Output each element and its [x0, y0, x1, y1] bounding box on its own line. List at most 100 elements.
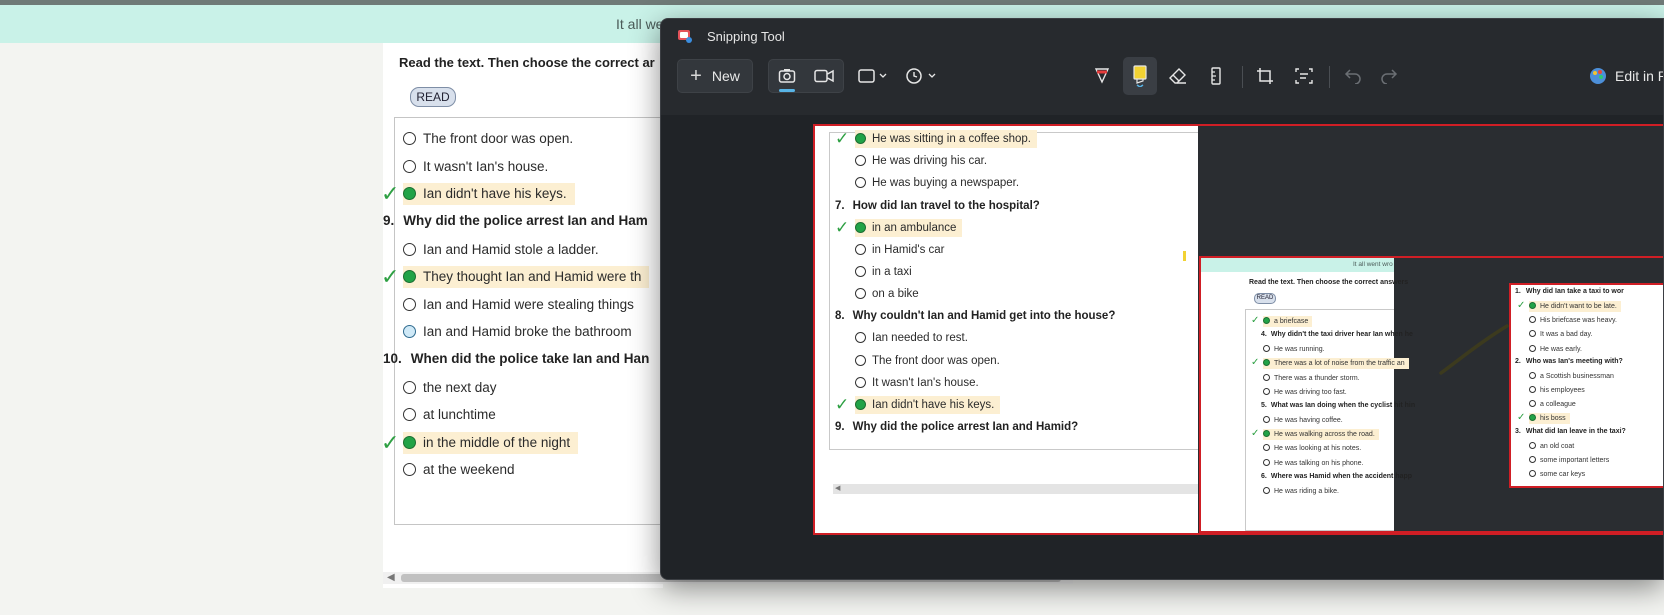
radio-empty-icon[interactable]: [1263, 387, 1270, 395]
answer-option[interactable]: the next day: [403, 377, 497, 399]
answer-option[interactable]: in the middle of the night: [403, 431, 579, 454]
answer-option[interactable]: at the weekend: [403, 459, 515, 481]
eraser-button[interactable]: [1161, 59, 1195, 93]
answer-option[interactable]: There was a lot of noise from the traffi…: [1263, 358, 1409, 370]
answer-option[interactable]: He didn't want to be late.: [1529, 301, 1621, 312]
text-actions-button[interactable]: [1287, 59, 1321, 93]
answer-option[interactable]: on a bike: [855, 285, 919, 303]
answer-option[interactable]: an old coat: [1529, 441, 1574, 452]
radio-selected-icon[interactable]: [1263, 430, 1270, 438]
radio-empty-icon[interactable]: [1263, 345, 1270, 353]
radio-empty-icon[interactable]: [1263, 416, 1270, 423]
answer-option[interactable]: in a taxi: [855, 263, 912, 281]
answer-option[interactable]: It wasn't Ian's house.: [855, 374, 979, 392]
question-list[interactable]: The front door was open. It wasn't Ian's …: [381, 117, 674, 525]
undo-button[interactable]: [1336, 59, 1370, 93]
answer-option[interactable]: some car keys: [1529, 469, 1585, 480]
read-button[interactable]: READ: [410, 87, 456, 107]
radio-selected-icon[interactable]: [403, 270, 416, 283]
radio-empty-icon[interactable]: [403, 380, 416, 394]
answer-option[interactable]: He was buying a newspaper.: [855, 174, 1019, 192]
radio-selected-icon[interactable]: [403, 187, 416, 200]
radio-empty-icon[interactable]: [1529, 316, 1536, 324]
answer-option[interactable]: his employees: [1529, 385, 1585, 396]
radio-selected-icon[interactable]: [855, 133, 866, 144]
radio-empty-icon[interactable]: [1529, 400, 1536, 408]
answer-option[interactable]: He was talking on his phone.: [1263, 458, 1364, 469]
edit-in-paint-button[interactable]: Edit in P: [1589, 59, 1663, 93]
radio-selected-icon[interactable]: [1529, 302, 1536, 309]
radio-selected-icon[interactable]: [855, 221, 866, 233]
radio-selected-icon[interactable]: [1263, 317, 1270, 324]
answer-option[interactable]: It wasn't Ian's house.: [403, 156, 548, 178]
answer-option[interactable]: Ian needed to rest.: [855, 329, 968, 347]
answer-option[interactable]: a Scottish businessman: [1529, 371, 1614, 382]
radio-empty-icon[interactable]: [403, 242, 416, 256]
radio-empty-icon[interactable]: [1263, 486, 1270, 494]
radio-empty-icon[interactable]: [403, 463, 416, 476]
answer-option[interactable]: in an ambulance: [855, 218, 963, 237]
answer-option[interactable]: He was driving his car.: [855, 152, 987, 170]
radio-empty-icon[interactable]: [855, 243, 866, 255]
radio-empty-icon[interactable]: [1529, 441, 1536, 449]
radio-selected-icon[interactable]: [1529, 414, 1536, 422]
ballpoint-pen-button[interactable]: [1085, 59, 1119, 93]
ruler-button[interactable]: [1199, 59, 1233, 93]
new-snip-button[interactable]: + New: [677, 59, 753, 93]
answer-option[interactable]: a briefcase: [1263, 316, 1313, 327]
answer-option[interactable]: at lunchtime: [403, 404, 496, 426]
radio-empty-icon[interactable]: [1529, 455, 1536, 463]
video-mode-button[interactable]: [807, 60, 841, 92]
radio-empty-icon[interactable]: [1529, 371, 1536, 379]
radio-selected-icon[interactable]: [1263, 359, 1270, 367]
answer-option[interactable]: Ian didn't have his keys.: [403, 183, 575, 205]
answer-option[interactable]: It was a bad day.: [1529, 329, 1592, 340]
radio-empty-icon[interactable]: [855, 177, 866, 189]
highlighter-button[interactable]: [1123, 57, 1157, 95]
radio-empty-icon[interactable]: [1263, 458, 1270, 466]
delay-dropdown[interactable]: [901, 59, 941, 93]
radio-empty-icon[interactable]: [403, 159, 416, 173]
answer-option[interactable]: in Hamid's car: [855, 241, 945, 259]
snip-shape-dropdown[interactable]: [853, 59, 893, 93]
radio-empty-icon[interactable]: [1263, 373, 1270, 381]
radio-selected-icon[interactable]: [855, 399, 866, 410]
radio-empty-icon[interactable]: [1529, 330, 1536, 338]
answer-option[interactable]: a colleague: [1529, 399, 1576, 410]
radio-empty-icon[interactable]: [403, 408, 416, 421]
answer-option[interactable]: He was looking at his notes.: [1263, 443, 1361, 454]
answer-option[interactable]: Ian didn't have his keys.: [855, 396, 1001, 414]
answer-option[interactable]: He was having coffee.: [1263, 415, 1343, 426]
answer-option[interactable]: Ian and Hamid were stealing things: [403, 294, 634, 316]
title-bar[interactable]: Snipping Tool: [661, 19, 1663, 55]
radio-empty-icon[interactable]: [1529, 470, 1536, 477]
answer-option[interactable]: The front door was open.: [855, 352, 1000, 370]
radio-empty-icon[interactable]: [855, 288, 866, 300]
answer-option[interactable]: He was running.: [1263, 344, 1325, 355]
radio-empty-icon[interactable]: [855, 266, 866, 277]
answer-option[interactable]: He was walking across the road.: [1263, 429, 1379, 441]
redo-button[interactable]: [1372, 59, 1406, 93]
screenshot-mode-button[interactable]: [770, 60, 804, 92]
answer-option[interactable]: They thought Ian and Hamid were th: [403, 266, 650, 288]
radio-empty-icon[interactable]: [1529, 344, 1536, 352]
answer-option[interactable]: some important letters: [1529, 455, 1609, 466]
radio-empty-icon[interactable]: [403, 297, 416, 311]
answer-option[interactable]: He was driving too fast.: [1263, 387, 1347, 398]
answer-option[interactable]: His briefcase was heavy.: [1529, 315, 1617, 326]
answer-option[interactable]: Ian and Hamid stole a ladder.: [403, 239, 599, 261]
answer-option[interactable]: The front door was open.: [403, 128, 573, 150]
answer-option[interactable]: There was a thunder storm.: [1263, 373, 1360, 384]
answer-option[interactable]: He was early.: [1529, 344, 1582, 355]
answer-option[interactable]: He was riding a bike.: [1263, 486, 1339, 497]
radio-empty-icon[interactable]: [855, 332, 866, 344]
radio-empty-icon[interactable]: [1263, 444, 1270, 452]
answer-option[interactable]: Ian and Hamid broke the bathroom: [403, 321, 632, 343]
radio-empty-icon[interactable]: [1529, 386, 1536, 393]
radio-empty-icon[interactable]: [403, 132, 416, 145]
radio-empty-icon[interactable]: [855, 376, 866, 388]
radio-empty-icon[interactable]: [855, 155, 866, 167]
crop-button[interactable]: [1248, 59, 1282, 93]
radio-empty-icon[interactable]: [855, 354, 866, 366]
radio-empty-icon[interactable]: [403, 325, 416, 338]
